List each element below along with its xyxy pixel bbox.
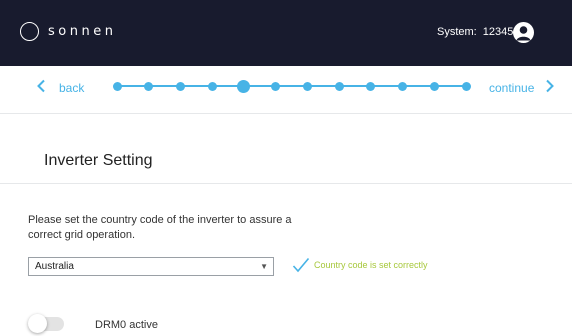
divider [0,183,572,184]
step-dot [334,81,344,91]
logo-circle-icon [20,22,39,41]
step-dot [271,81,281,91]
step-dot [237,79,251,93]
step-dot [207,81,217,91]
drm0-label: DRM0 active [95,319,158,331]
page-title: Inverter Setting [44,152,153,169]
stepper-track [117,85,466,87]
step-dot [112,81,122,91]
system-number: 12345 [482,26,514,38]
back-link[interactable]: back [59,80,84,96]
step-dot [366,81,376,91]
step-dot [175,81,185,91]
continue-link[interactable]: continue [489,80,534,96]
toggle-knob[interactable] [28,314,47,333]
country-status-text: Country code is set correctly [314,260,428,270]
step-dot [461,81,471,91]
dropdown-arrow-icon: ▼ [260,262,268,271]
step-dot [429,81,439,91]
step-dot [302,81,312,91]
logo-text: sonnen [48,24,117,39]
top-bar: sonnen System: 12345 [0,0,572,66]
step-dot [144,81,154,91]
drm0-toggle[interactable] [28,314,64,333]
user-avatar-icon[interactable] [513,22,534,43]
checkmark-icon [292,257,310,273]
chevron-right-icon[interactable] [545,79,555,93]
country-select[interactable]: Australia ▼ [28,257,274,276]
system-id: System: 12345 [437,24,513,40]
system-label: System: [437,26,477,38]
step-dot [398,81,408,91]
wizard-stepper: back continue [0,66,572,114]
description-text: Please set the country code of the inver… [28,214,292,241]
country-select-value: Australia [35,261,74,272]
chevron-left-icon[interactable] [36,79,46,93]
